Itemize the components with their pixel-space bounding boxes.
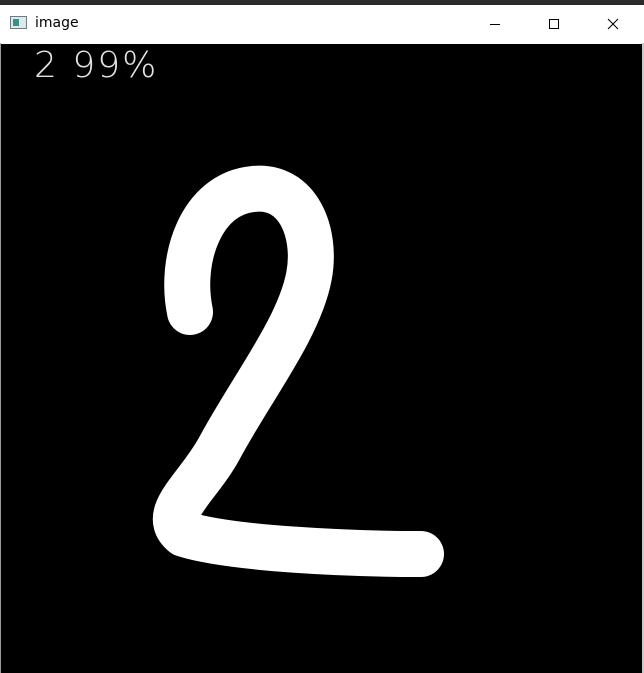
maximize-icon [548,18,560,30]
image-canvas[interactable]: 2 99% [1,44,642,673]
title-bar[interactable]: image [0,5,644,43]
minimize-button[interactable] [466,5,524,43]
window-title: image [35,15,79,31]
maximize-button[interactable] [525,5,583,43]
image-window: image 2 99% [0,0,644,673]
prediction-label: 2 99% [34,45,159,86]
handwritten-digit-2 [152,165,444,577]
close-icon [607,18,619,30]
close-button[interactable] [584,5,642,43]
image-window-icon [10,16,27,29]
minimize-icon [489,18,501,30]
